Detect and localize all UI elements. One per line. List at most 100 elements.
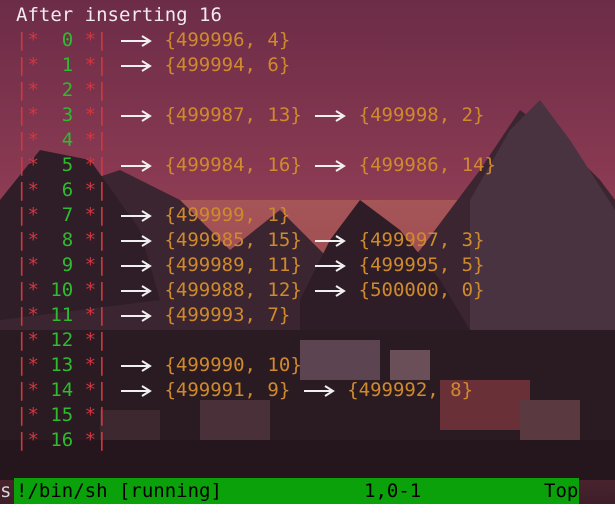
table-row: |* 12 *|: [16, 328, 108, 353]
bucket-left-bar: |: [16, 254, 28, 276]
right-arrow-icon: [315, 234, 347, 247]
statusbar-scroll-position: Top: [544, 480, 579, 502]
bucket-right-star: *: [73, 229, 97, 251]
bucket-right-bar: |: [96, 129, 108, 151]
bucket-right-star: *: [73, 154, 97, 176]
bucket-left-bar: |: [16, 54, 28, 76]
bucket-index: 2: [50, 79, 74, 101]
right-arrow-icon: [121, 209, 152, 222]
bucket-right-bar: |: [96, 379, 108, 401]
key-value-pair: {499985, 15}: [164, 229, 302, 251]
right-arrow-icon: [121, 34, 152, 47]
key-value-pair: {499992, 8}: [347, 379, 474, 401]
bucket-left-star: *: [27, 154, 51, 176]
table-row: |* 1 *| {499994, 6}: [16, 53, 290, 78]
bucket-left-bar: |: [16, 129, 28, 151]
bucket-right-star: *: [73, 29, 97, 51]
right-arrow-icon: [121, 234, 152, 247]
key-value-pair: {499999, 1}: [164, 204, 291, 226]
key-value-pair: {499991, 9}: [164, 379, 291, 401]
key-value-pair: {499988, 12}: [164, 279, 302, 301]
bucket-left-bar: |: [16, 79, 28, 101]
bucket-right-bar: |: [96, 279, 108, 301]
bucket-right-bar: |: [96, 79, 108, 101]
bucket-left-bar: |: [16, 154, 28, 176]
table-row: |* 15 *|: [16, 403, 108, 428]
table-row: |* 4 *|: [16, 128, 108, 153]
right-arrow-icon: [303, 384, 335, 397]
bucket-index: 11: [50, 304, 74, 326]
bucket-left-bar: |: [16, 179, 28, 201]
bucket-right-bar: |: [96, 104, 108, 126]
right-arrow-icon: [121, 59, 152, 72]
bucket-left-star: *: [27, 354, 51, 376]
bucket-index: 15: [50, 404, 74, 426]
statusbar-command: !/bin/sh [running]: [16, 480, 222, 502]
bucket-index: 1: [50, 54, 74, 76]
bucket-index: 0: [50, 29, 74, 51]
right-arrow-icon: [121, 284, 152, 297]
bottom-margin: [0, 504, 615, 514]
bucket-left-star: *: [27, 179, 51, 201]
bucket-right-star: *: [73, 279, 97, 301]
key-value-pair: {499993, 7}: [164, 304, 291, 326]
bucket-index: 9: [50, 254, 74, 276]
key-value-pair: {499994, 6}: [164, 54, 291, 76]
bucket-index: 10: [50, 279, 74, 301]
right-arrow-icon: [315, 259, 347, 272]
key-value-pair: {499984, 16}: [164, 154, 302, 176]
bucket-left-bar: |: [16, 204, 28, 226]
bucket-left-star: *: [27, 404, 51, 426]
bucket-right-bar: |: [96, 304, 108, 326]
key-value-pair: {499990, 10}: [164, 354, 302, 376]
bucket-left-bar: |: [16, 429, 28, 451]
bucket-right-star: *: [73, 204, 97, 226]
right-arrow-icon: [121, 309, 152, 322]
bucket-right-bar: |: [96, 29, 108, 51]
bucket-right-star: *: [73, 429, 97, 451]
key-value-pair: {499986, 14}: [358, 154, 496, 176]
bucket-index: 4: [50, 129, 74, 151]
right-arrow-icon: [315, 159, 347, 172]
bucket-index: 8: [50, 229, 74, 251]
bucket-left-bar: |: [16, 279, 28, 301]
table-row: |* 2 *|: [16, 78, 108, 103]
bucket-left-star: *: [27, 379, 51, 401]
bucket-right-bar: |: [96, 254, 108, 276]
right-arrow-icon: [121, 384, 152, 397]
bucket-right-bar: |: [96, 329, 108, 351]
key-value-pair: {499996, 4}: [164, 29, 291, 51]
bucket-left-star: *: [27, 79, 51, 101]
key-value-pair: {499989, 11}: [164, 254, 302, 276]
table-row: |* 8 *| {499985, 15} {499997, 3}: [16, 228, 485, 253]
table-row: |* 11 *| {499993, 7}: [16, 303, 290, 328]
table-row: |* 13 *| {499990, 10}: [16, 353, 302, 378]
bucket-left-bar: |: [16, 104, 28, 126]
bucket-index: 3: [50, 104, 74, 126]
bucket-index: 12: [50, 329, 74, 351]
key-value-pair: {500000, 0}: [358, 279, 485, 301]
bucket-right-star: *: [73, 379, 97, 401]
key-value-pair: {499998, 2}: [358, 104, 485, 126]
bucket-left-bar: |: [16, 354, 28, 376]
table-row: |* 9 *| {499989, 11} {499995, 5}: [16, 253, 485, 278]
bucket-right-star: *: [73, 329, 97, 351]
terminal-statusbar: !/bin/sh [running] 1,0-1 Top: [14, 478, 579, 504]
bucket-left-star: *: [27, 279, 51, 301]
bucket-right-star: *: [73, 254, 97, 276]
bucket-right-bar: |: [96, 204, 108, 226]
key-value-pair: {499997, 3}: [358, 229, 485, 251]
right-arrow-icon: [121, 159, 152, 172]
bucket-left-star: *: [27, 104, 51, 126]
bucket-right-bar: |: [96, 354, 108, 376]
terminal-output: After inserting 16 |* 0 *| {499996, 4} |*…: [14, 0, 615, 476]
right-arrow-icon: [315, 284, 347, 297]
bucket-index: 14: [50, 379, 74, 401]
table-row: |* 14 *| {499991, 9} {499992, 8}: [16, 378, 473, 403]
bucket-right-star: *: [73, 79, 97, 101]
bucket-left-star: *: [27, 229, 51, 251]
bucket-right-star: *: [73, 179, 97, 201]
right-arrow-icon: [121, 259, 152, 272]
bucket-index: 7: [50, 204, 74, 226]
table-row: |* 5 *| {499984, 16} {499986, 14}: [16, 153, 496, 178]
